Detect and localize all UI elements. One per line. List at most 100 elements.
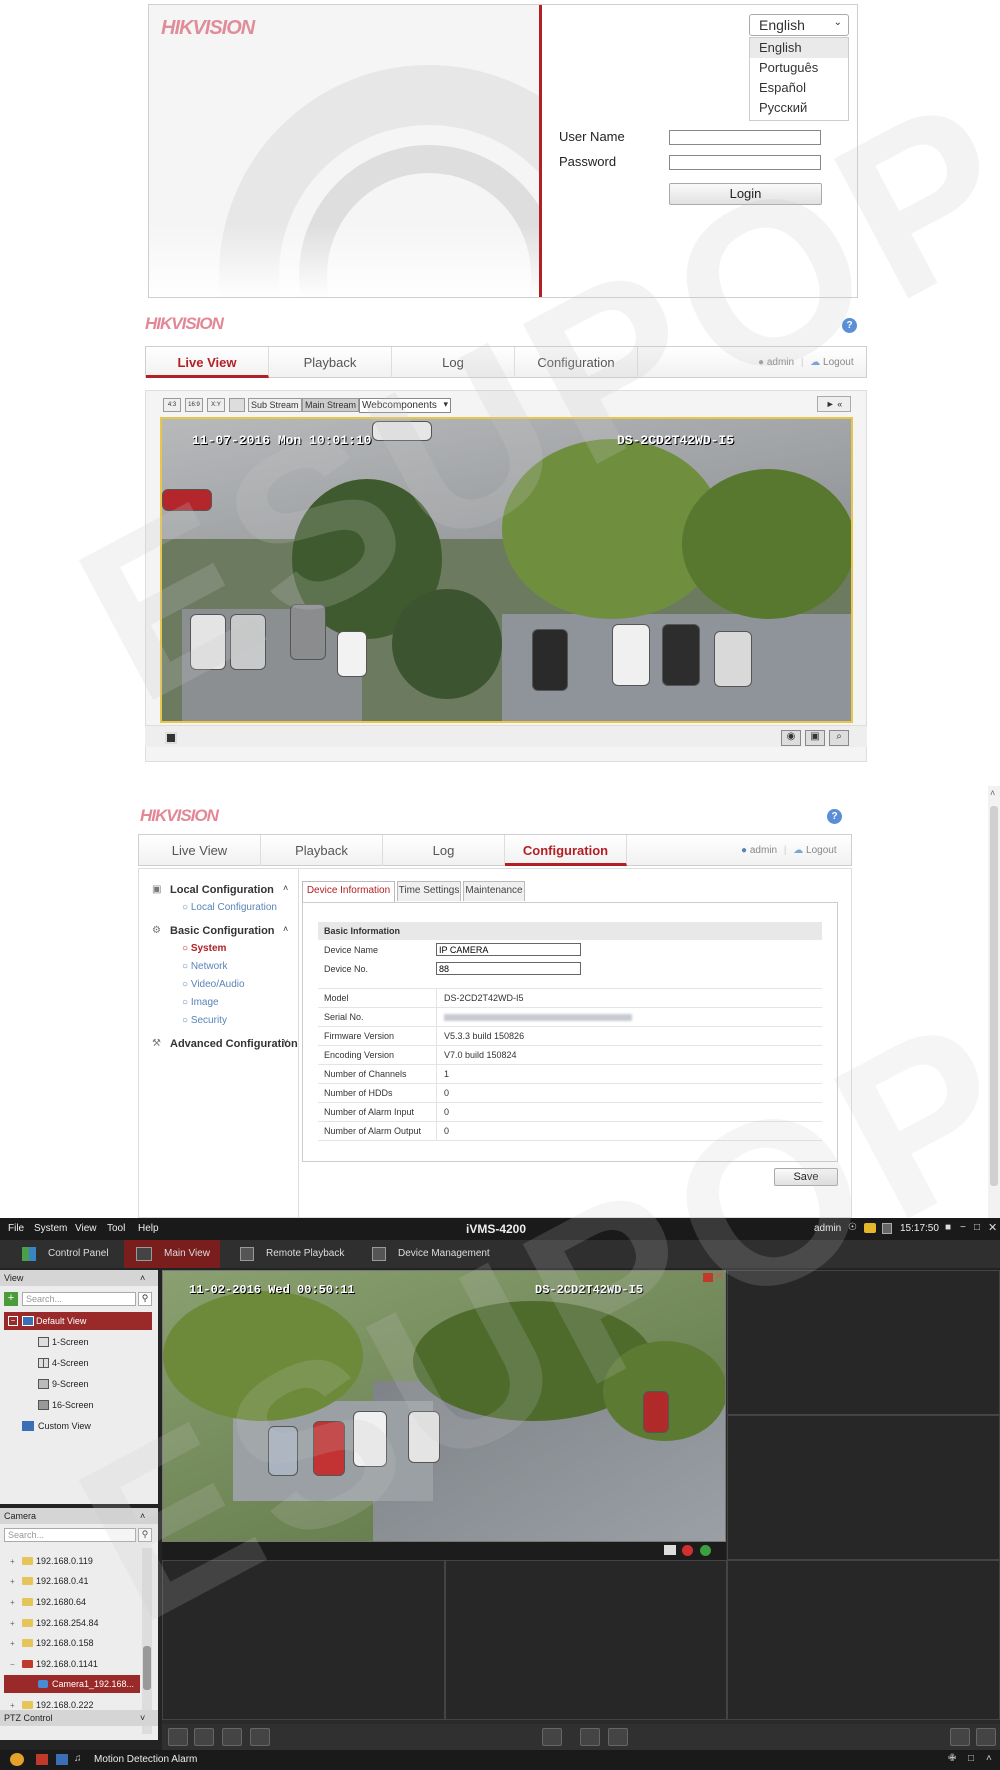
alarm-icon[interactable] (864, 1223, 876, 1233)
sidebar-item-local-configuration[interactable]: ○ Local Configuration (182, 902, 277, 913)
chevron-up-icon[interactable]: ˄ (283, 924, 288, 934)
tab-log[interactable]: Log (392, 347, 515, 378)
save-button[interactable]: Save (774, 1168, 838, 1186)
ratio-4-3-icon[interactable]: 4:3 (163, 398, 181, 412)
menu-help[interactable]: Help (138, 1223, 159, 1234)
expand-icon[interactable]: + (10, 1701, 15, 1710)
layout-4-icon[interactable] (194, 1728, 214, 1746)
tab-playback[interactable]: Playback (269, 347, 392, 378)
refresh-icon[interactable] (542, 1728, 562, 1746)
alarm-warning-icon[interactable] (10, 1753, 24, 1766)
sidebar-header-local[interactable]: Local Configuration (170, 884, 274, 896)
sidebar-item-system[interactable]: ○ System (182, 943, 226, 954)
expand-icon[interactable]: + (10, 1639, 15, 1648)
help-icon[interactable]: ? (842, 318, 857, 333)
layout-1-icon[interactable] (168, 1728, 188, 1746)
snapshot-icon[interactable]: ◉ (781, 730, 801, 746)
language-select[interactable]: English ⌄ (749, 14, 849, 36)
device-no-input[interactable] (436, 962, 581, 975)
prev-arrow-icon[interactable] (580, 1728, 600, 1746)
collapse-icon[interactable]: − (10, 1660, 15, 1669)
tree-item-device[interactable]: 192.168.0.158 (8, 1634, 94, 1652)
tab-live-view[interactable]: Live View (146, 347, 269, 378)
ptz-toggle-icon[interactable]: ► « (817, 396, 851, 412)
camera-search-input[interactable]: Search... (4, 1528, 136, 1542)
tab-control-panel[interactable]: Control Panel (0, 1240, 122, 1268)
fullscreen-icon[interactable] (229, 398, 245, 412)
lock-icon[interactable]: ■ (945, 1222, 951, 1233)
ratio-16-9-icon[interactable]: 16:9 (185, 398, 203, 412)
sidebar-header-advanced[interactable]: Advanced Configuration (170, 1038, 298, 1050)
tab-main-view[interactable]: Main View (124, 1240, 220, 1268)
video-cell[interactable] (727, 1270, 1000, 1415)
camera-scrollbar-thumb[interactable] (143, 1646, 151, 1690)
tree-item-16-screen[interactable]: 16-Screen (52, 1396, 94, 1414)
video-cell[interactable] (162, 1560, 445, 1720)
restore-icon[interactable]: □ (974, 1222, 980, 1233)
language-option[interactable]: English (750, 38, 848, 58)
menu-file[interactable]: File (8, 1223, 24, 1234)
chevron-up-icon[interactable]: ˄ (140, 1508, 145, 1524)
language-option[interactable]: Português (750, 58, 848, 78)
tab-playback[interactable]: Playback (261, 835, 383, 866)
close-icon[interactable]: ✕ (715, 1271, 723, 1282)
chevron-down-icon[interactable]: ˅ (283, 1037, 288, 1047)
video-cell[interactable] (727, 1560, 1000, 1720)
camera-scrollbar[interactable] (142, 1548, 152, 1734)
device-name-input[interactable] (436, 943, 581, 956)
plugin-select[interactable]: Webcomponents ▾ (359, 398, 451, 413)
window-icon[interactable]: □ (968, 1753, 974, 1764)
tree-item-device[interactable]: 192.168.0.41 (8, 1572, 89, 1590)
tree-item-custom-view[interactable]: Custom View (38, 1417, 91, 1435)
pin-icon[interactable]: ✙ (948, 1753, 956, 1764)
next-arrow-icon[interactable] (608, 1728, 628, 1746)
tree-item-camera[interactable]: Camera1_192.168... (4, 1675, 140, 1693)
menu-system[interactable]: System (34, 1223, 67, 1234)
collapse-icon[interactable]: − (8, 1316, 18, 1326)
expand-up-icon[interactable]: ˄ (986, 1753, 992, 1764)
main-stream-button[interactable]: Main Stream (302, 398, 360, 412)
window-division-icon[interactable] (950, 1728, 970, 1746)
scrollbar-thumb[interactable] (990, 806, 998, 1186)
tree-item-device[interactable]: 192.168.0.119 (8, 1552, 93, 1570)
monitor-icon[interactable] (56, 1754, 68, 1765)
help-icon[interactable]: ? (827, 809, 842, 824)
tab-configuration[interactable]: Configuration (505, 835, 627, 866)
expand-icon[interactable]: + (10, 1577, 15, 1586)
scroll-up-icon[interactable]: ˄ (990, 788, 995, 798)
logout-link[interactable]: Logout (806, 845, 837, 856)
subtab-time-settings[interactable]: Time Settings (397, 881, 461, 901)
volume-icon[interactable] (250, 1728, 270, 1746)
expand-icon[interactable]: + (10, 1557, 15, 1566)
record-icon[interactable]: ▣ (805, 730, 825, 746)
language-option[interactable]: Español (750, 78, 848, 98)
subtab-device-information[interactable]: Device Information (302, 881, 395, 902)
expand-icon[interactable]: + (10, 1619, 15, 1628)
tab-device-management[interactable]: Device Management (354, 1240, 504, 1268)
chevron-up-icon[interactable]: ˄ (283, 883, 288, 893)
expand-icon[interactable]: + (10, 1598, 15, 1607)
minimize-icon[interactable]: − (960, 1222, 966, 1233)
ptz-panel-header[interactable]: PTZ Control ˅ (0, 1710, 158, 1726)
password-input[interactable] (669, 155, 821, 170)
sidebar-header-basic[interactable]: Basic Configuration (170, 925, 275, 937)
event-icon[interactable] (36, 1754, 48, 1765)
snapshot-icon[interactable] (664, 1545, 676, 1555)
sidebar-item-network[interactable]: ○ Network (182, 961, 228, 972)
page-scrollbar[interactable]: ˄ (988, 786, 1000, 1218)
stop-all-icon[interactable] (222, 1728, 242, 1746)
logout-link[interactable]: Logout (823, 357, 854, 368)
tab-remote-playback[interactable]: Remote Playback (222, 1240, 352, 1268)
sidebar-item-security[interactable]: ○ Security (182, 1015, 227, 1026)
video-cell[interactable] (727, 1415, 1000, 1560)
search-icon[interactable]: ⚲ (138, 1292, 152, 1306)
tab-log[interactable]: Log (383, 835, 505, 866)
tree-item-device[interactable]: 192.1680.64 (8, 1593, 86, 1611)
tree-item-9-screen[interactable]: 9-Screen (52, 1375, 89, 1393)
sidebar-item-image[interactable]: ○ Image (182, 997, 219, 1008)
view-search-input[interactable]: Search... (22, 1292, 136, 1306)
ratio-auto-icon[interactable]: X:Y (207, 398, 225, 412)
tab-live-view[interactable]: Live View (139, 835, 261, 866)
subtab-maintenance[interactable]: Maintenance (463, 881, 525, 901)
video-cell[interactable] (445, 1560, 727, 1720)
